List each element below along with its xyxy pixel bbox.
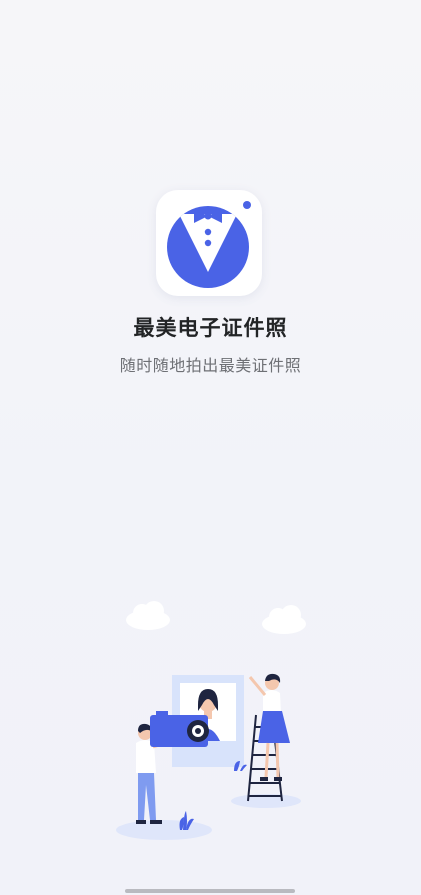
camera-icon bbox=[150, 711, 209, 747]
app-logo-icon bbox=[156, 190, 262, 296]
home-indicator[interactable] bbox=[125, 889, 295, 893]
tuxedo-bowtie-icon bbox=[167, 201, 251, 288]
photographer-illustration bbox=[100, 595, 330, 845]
app-slogan: 随时随地拍出最美证件照 bbox=[119, 356, 302, 375]
cloud-icon bbox=[126, 601, 170, 630]
cloud-icon bbox=[262, 605, 306, 634]
plant-icon bbox=[179, 761, 247, 830]
ground-shadow-left bbox=[116, 820, 212, 840]
app-name: 最美电子证件照 bbox=[133, 316, 288, 340]
